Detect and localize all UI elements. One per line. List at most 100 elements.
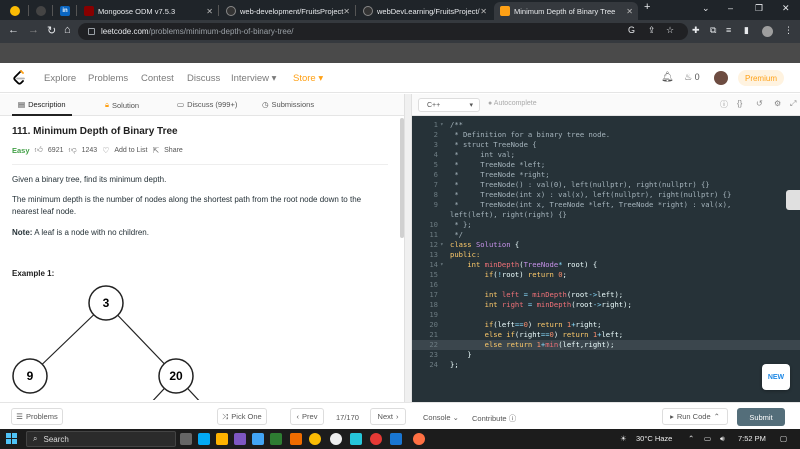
submit-button[interactable]: Submit xyxy=(737,408,785,426)
code-editor[interactable]: 1 ▾/** 2 * Definition for a binary tree no… xyxy=(412,116,800,402)
nav-discuss[interactable]: Discuss xyxy=(187,73,220,84)
code-line[interactable]: 23 } xyxy=(412,350,800,360)
tab-solution[interactable]: 🔒︎ Solution xyxy=(105,100,139,110)
problems-button[interactable]: ☰ Problems xyxy=(11,408,63,425)
weather-icon[interactable]: ☀ xyxy=(620,434,627,443)
fullscreen-icon[interactable]: ⤢ xyxy=(790,99,796,109)
panel-splitter[interactable] xyxy=(404,94,412,402)
home-icon[interactable]: ⌂ xyxy=(64,24,71,36)
terminal-icon[interactable] xyxy=(350,433,362,445)
code-line[interactable]: 24}; xyxy=(412,360,800,370)
photos-icon[interactable] xyxy=(252,433,264,445)
code-line[interactable]: 14 ▾ int minDepth(TreeNode* root) { xyxy=(412,260,800,270)
google-icon[interactable]: G xyxy=(628,25,635,35)
leetcode-logo[interactable] xyxy=(12,70,26,86)
prev-button[interactable]: ‹ Prev xyxy=(290,408,324,425)
code-line[interactable]: 13 public: xyxy=(412,250,800,260)
code-line[interactable]: 12 ▾ class Solution { xyxy=(412,240,800,250)
clock[interactable]: 7:52 PM xyxy=(738,434,766,443)
fold-arrow-icon[interactable]: ▾ xyxy=(440,240,444,250)
autocomplete-toggle[interactable]: ● Autocomplete xyxy=(488,100,537,107)
reset-icon[interactable]: ↺ xyxy=(756,99,763,108)
code-line[interactable]: 11 */ xyxy=(412,230,800,240)
fold-arrow-icon[interactable]: ▾ xyxy=(440,260,444,270)
settings-icon[interactable]: ⚙ xyxy=(774,99,781,108)
code-line[interactable]: 18 int right = minDepth(root->right); xyxy=(412,300,800,310)
language-select[interactable]: C++ ▾ xyxy=(418,98,480,112)
tab-search-icon[interactable]: ⌄ xyxy=(702,3,710,14)
side-drawer-handle[interactable] xyxy=(786,190,800,210)
thumbs-up-icon[interactable]: 👍︎ xyxy=(35,145,43,155)
braces-icon[interactable]: {} xyxy=(737,99,742,108)
nav-interview[interactable]: Interview ▾ xyxy=(231,73,276,84)
tab-leetcode[interactable]: Minimum Depth of Binary Tree ✕ xyxy=(494,2,638,20)
code-line[interactable]: 1 ▾ /** xyxy=(412,120,800,130)
code-line[interactable]: 6 * TreeNode *right; xyxy=(412,170,800,180)
pick-one-button[interactable]: ⤨ Pick One xyxy=(217,408,267,425)
streak-counter[interactable]: ♨ 0 xyxy=(684,72,700,83)
next-button[interactable]: Next › xyxy=(370,408,406,425)
back-icon[interactable]: ← xyxy=(8,24,19,36)
nav-contest[interactable]: Contest xyxy=(141,73,174,84)
tab-mongoose[interactable]: Mongoose ODM v7.5.3 ✕ xyxy=(78,2,218,20)
contribute-button[interactable]: Contribute ⓘ xyxy=(472,413,516,424)
code-line[interactable]: 3 * struct TreeNode { xyxy=(412,140,800,150)
vscode-icon[interactable] xyxy=(390,433,402,445)
forward-icon[interactable]: → xyxy=(28,24,39,36)
code-line[interactable]: 16 xyxy=(412,280,800,290)
window-close-button[interactable]: ✕ xyxy=(782,3,790,14)
volume-icon[interactable]: 🔊︎ xyxy=(720,434,725,444)
weather-text[interactable]: 30°C Haze xyxy=(636,434,672,443)
opera-icon[interactable] xyxy=(370,433,382,445)
code-line[interactable]: 20 if(left==0) return 1+right; xyxy=(412,320,800,330)
code-line[interactable]: 21 else if(right==0) return 1+left; xyxy=(412,330,800,340)
code-line[interactable]: left(left), right(right) {} xyxy=(412,210,800,220)
close-icon[interactable]: ✕ xyxy=(206,7,213,16)
run-code-button[interactable]: ▸ Run Code ⌃ xyxy=(662,408,728,425)
excel-icon[interactable] xyxy=(270,433,282,445)
nav-explore[interactable]: Explore xyxy=(44,73,76,84)
code-line[interactable]: 4 * int val; xyxy=(412,150,800,160)
code-line[interactable]: 17 int left = minDepth(root->left); xyxy=(412,290,800,300)
notifications-icon[interactable]: ▢ xyxy=(780,434,787,443)
windows-start-icon[interactable] xyxy=(6,433,18,445)
restore-button[interactable]: ❐ xyxy=(755,3,763,14)
close-icon[interactable]: ✕ xyxy=(626,7,633,16)
tab-webdevlearning[interactable]: webDevLearning/FruitsProject/ ✕ xyxy=(357,2,492,20)
share-button[interactable]: Share xyxy=(164,147,183,154)
reload-icon[interactable]: ↻ xyxy=(47,24,56,37)
tab-web-development[interactable]: web-development/FruitsProject ✕ xyxy=(220,2,355,20)
code-line[interactable]: 22 else return 1+min(left,right); xyxy=(412,340,800,350)
tab-description[interactable]: ▤ Description xyxy=(18,100,66,109)
code-line[interactable]: 9 * TreeNode(int x, TreeNode *left, Tree… xyxy=(412,200,800,210)
code-line[interactable]: 5 * TreeNode *left; xyxy=(412,160,800,170)
taskbar-search[interactable]: ⌕ Search xyxy=(26,431,176,447)
premium-button[interactable]: Premium xyxy=(738,70,784,86)
close-icon[interactable]: ✕ xyxy=(480,7,487,16)
nav-problems[interactable]: Problems xyxy=(88,73,128,84)
puzzle-icon[interactable]: ⧉ xyxy=(710,25,716,36)
new-tab-button[interactable]: + xyxy=(644,1,650,13)
nav-store[interactable]: Store ▾ xyxy=(293,73,323,84)
url-bar[interactable]: leetcode.com/problems/minimum-depth-of-b… xyxy=(78,23,688,40)
new-feature-button[interactable]: NEW xyxy=(762,364,790,390)
fold-arrow-icon[interactable]: ▾ xyxy=(440,120,444,130)
bell-icon[interactable]: 🔔︎ xyxy=(661,72,674,83)
tab-github[interactable] xyxy=(30,2,52,20)
tray-overflow-icon[interactable]: ⌃ xyxy=(688,434,694,443)
network-icon[interactable]: ▭ xyxy=(704,434,711,443)
tab-chrome[interactable] xyxy=(4,2,26,20)
file-explorer-icon[interactable] xyxy=(216,433,228,445)
firefox-icon[interactable] xyxy=(413,433,425,445)
github-desktop-icon[interactable] xyxy=(330,433,342,445)
menu-icon[interactable]: ⋮ xyxy=(784,25,793,36)
tab-submissions[interactable]: ◷ Submissions xyxy=(262,100,314,109)
store-icon[interactable] xyxy=(198,433,210,445)
tab-discuss[interactable]: ▭ Discuss (999+) xyxy=(177,100,237,109)
code-line[interactable]: 8 * TreeNode(int x) : val(x), left(nullp… xyxy=(412,190,800,200)
code-line[interactable]: 2 * Definition for a binary tree node. xyxy=(412,130,800,140)
code-line[interactable]: 7 * TreeNode() : val(0), left(nullptr), … xyxy=(412,180,800,190)
code-line[interactable]: 19 xyxy=(412,310,800,320)
minimize-button[interactable]: – xyxy=(728,3,733,13)
code-line[interactable]: 15 if(!root) return 0; xyxy=(412,270,800,280)
